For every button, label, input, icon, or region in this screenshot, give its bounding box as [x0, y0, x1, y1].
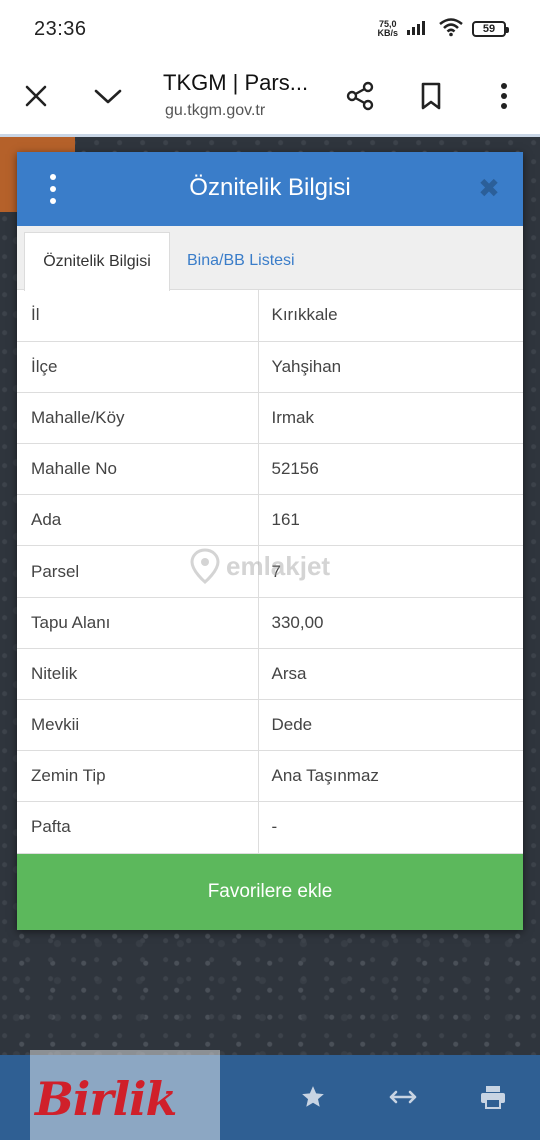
dialog-title: Öznitelik Bilgisi: [189, 174, 351, 201]
attribute-value: Irmak: [258, 392, 523, 445]
table-row: İlçe Yahşihan: [17, 341, 523, 393]
network-speed: 75,0 KB/s: [377, 20, 398, 38]
table-row: Pafta -: [17, 801, 523, 854]
attribute-key: Mahalle/Köy: [17, 392, 259, 445]
attribute-key: Nitelik: [17, 648, 259, 701]
attribute-key: Parsel: [17, 545, 259, 598]
attribute-key: Ada: [17, 494, 259, 547]
status-bar: 23:36 75,0 KB/s 59: [0, 0, 540, 58]
attribute-key: Zemin Tip: [17, 750, 259, 803]
add-to-favorites-button[interactable]: Favorilere ekle: [17, 854, 523, 930]
table-row: Mahalle No 52156: [17, 443, 523, 496]
attribute-key: İlçe: [17, 341, 259, 393]
table-row: Tapu Alanı 330,00: [17, 597, 523, 649]
status-indicators: 75,0 KB/s 59: [377, 17, 509, 42]
browser-toolbar: TKGM | Pars... gu.tkgm.gov.tr: [0, 58, 540, 134]
attribute-value: Kırıkkale: [258, 290, 523, 342]
attribute-key: Mevkii: [17, 699, 259, 752]
attribute-value: Arsa: [258, 648, 523, 701]
table-row: Nitelik Arsa: [17, 648, 523, 701]
page-title: TKGM | Pars...: [163, 70, 309, 95]
attribute-key: İl: [17, 290, 259, 342]
dialog-close-icon[interactable]: ✖: [475, 174, 503, 202]
table-row: Mevkii Dede: [17, 699, 523, 752]
attribute-key: Mahalle No: [17, 443, 259, 496]
status-time: 23:36: [34, 17, 87, 40]
chevron-down-icon[interactable]: [88, 76, 128, 116]
table-row: İl Kırıkkale: [17, 290, 523, 342]
attribute-value: 330,00: [258, 597, 523, 649]
network-speed-unit: KB/s: [377, 28, 398, 38]
close-icon[interactable]: [16, 76, 56, 116]
attribute-value: 161: [258, 494, 523, 547]
wifi-icon: [438, 17, 464, 42]
tab-bar: Öznitelik Bilgisi Bina/BB Listesi: [17, 226, 523, 291]
birlik-logo: Birlik: [35, 1072, 177, 1126]
arrows-horizontal-icon[interactable]: [383, 1077, 423, 1117]
attribute-value: 52156: [258, 443, 523, 496]
page-url[interactable]: gu.tkgm.gov.tr: [165, 102, 265, 120]
battery-level: 59: [482, 23, 496, 35]
print-icon[interactable]: [473, 1077, 513, 1117]
dialog-header: Öznitelik Bilgisi ✖: [17, 152, 523, 226]
attribute-value: Yahşihan: [258, 341, 523, 393]
attribute-dialog: Öznitelik Bilgisi ✖ Öznitelik Bilgisi Bi…: [17, 152, 523, 930]
attribute-value: 7: [258, 545, 523, 598]
tab-building-list[interactable]: Bina/BB Listesi: [187, 232, 295, 290]
share-icon[interactable]: [340, 76, 380, 116]
tab-attribute-info[interactable]: Öznitelik Bilgisi: [24, 232, 170, 291]
bookmark-icon[interactable]: [411, 76, 451, 116]
table-row: Zemin Tip Ana Taşınmaz: [17, 750, 523, 803]
table-row: Mahalle/Köy Irmak: [17, 392, 523, 445]
attribute-key: Tapu Alanı: [17, 597, 259, 649]
attribute-value: -: [258, 801, 523, 854]
table-row: Ada 161: [17, 494, 523, 547]
table-row: Parsel 7: [17, 545, 523, 598]
attribute-key: Pafta: [17, 801, 259, 854]
attribute-value: Dede: [258, 699, 523, 752]
attribute-value: Ana Taşınmaz: [258, 750, 523, 803]
signal-icon: [406, 18, 430, 41]
battery-indicator: 59: [472, 21, 509, 37]
attribute-table: İl Kırıkkale İlçe Yahşihan Mahalle/Köy Irmak M…: [17, 290, 523, 854]
more-vert-icon[interactable]: [484, 76, 524, 116]
star-icon[interactable]: [293, 1077, 333, 1117]
